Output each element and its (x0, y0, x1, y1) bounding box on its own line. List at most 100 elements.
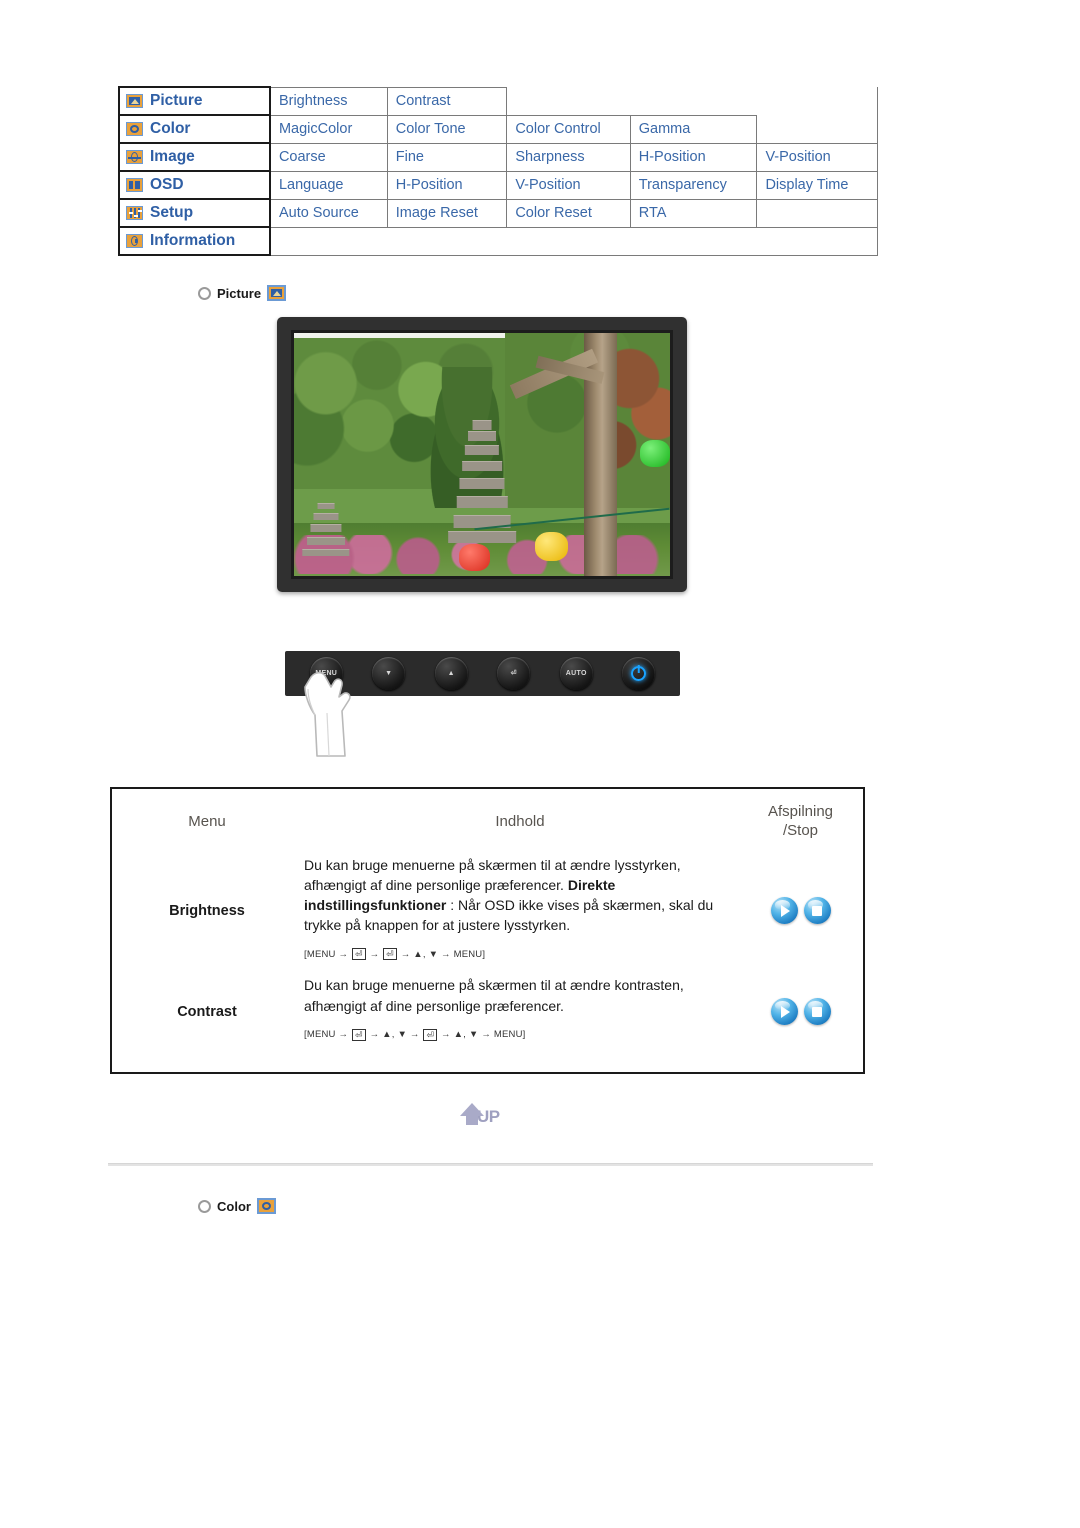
photo-green-lantern (639, 439, 670, 467)
setup-menu-icon (126, 206, 143, 220)
menu-item-language[interactable]: Language (269, 170, 388, 200)
table-row: Picture Brightness Contrast (118, 86, 878, 116)
menu-item-color-tone[interactable]: Color Tone (386, 114, 508, 144)
row-play-stop-contrast (738, 971, 863, 1051)
menu-item-color-reset[interactable]: Color Reset (506, 198, 631, 228)
color-menu-icon (256, 1198, 276, 1214)
play-button[interactable] (770, 998, 798, 1026)
key-arrow: → (338, 1029, 349, 1041)
menu-item-osd-h-position[interactable]: H-Position (386, 170, 508, 200)
row-label-contrast: Contrast (177, 1003, 237, 1020)
menu-item-rta[interactable]: RTA (629, 198, 758, 228)
up-brightness-button[interactable]: ▲ (434, 657, 468, 690)
column-header-play-stop: Afspilning /Stop (738, 789, 863, 851)
table-row: Color MagicColor Color Tone Color Contro… (118, 114, 878, 144)
menu-item-h-position[interactable]: H-Position (629, 142, 758, 172)
section-header-label: Picture (217, 285, 262, 301)
auto-button[interactable]: AUTO (559, 657, 593, 690)
up-scroll-button[interactable]: UP (460, 1096, 522, 1130)
menu-item-osd-v-position[interactable]: V-Position (506, 170, 631, 200)
key-token: MENU] (453, 948, 486, 960)
image-menu-icon (126, 150, 143, 164)
section-header-label: Color (217, 1198, 251, 1214)
empty-cell (756, 87, 878, 115)
menu-category-color[interactable]: Color (118, 114, 271, 144)
empty-cell (756, 199, 878, 227)
empty-cell (269, 226, 878, 256)
monitor-control-button-bar: MENU ▼ ▲ ⏎ AUTO (285, 651, 680, 696)
menu-item-fine[interactable]: Fine (386, 142, 508, 172)
menu-item-display-time[interactable]: Display Time (756, 170, 878, 200)
menu-category-setup[interactable]: Setup (118, 198, 271, 228)
enter-key-icon: ⏎ (383, 948, 397, 961)
down-arrow-icon: ▼ (385, 669, 393, 677)
photo-red-lantern (459, 544, 490, 572)
color-menu-icon (126, 122, 143, 136)
menu-category-label: Image (150, 148, 195, 165)
key-arrow: → (338, 948, 349, 960)
table-row: Setup Auto Source Image Reset Color Rese… (118, 198, 878, 228)
stop-button[interactable] (803, 897, 831, 925)
row-label-brightness: Brightness (169, 902, 245, 919)
up-arrow-icon: ▲ (447, 669, 455, 677)
key-arrow: → (481, 1029, 492, 1041)
power-button[interactable] (622, 657, 656, 690)
section-header-color: Color (198, 1198, 276, 1214)
table-row: OSD Language H-Position V-Position Trans… (118, 170, 878, 200)
table-header-row: Menu Indhold Afspilning /Stop (112, 789, 863, 851)
key-arrow: → (369, 1029, 380, 1041)
column-header-play-line2: /Stop (782, 821, 819, 839)
menu-item-coarse[interactable]: Coarse (269, 142, 388, 172)
play-button[interactable] (770, 897, 798, 925)
stop-button[interactable] (803, 998, 831, 1026)
menu-category-information[interactable]: Information (118, 226, 271, 256)
menu-item-brightness[interactable]: Brightness (269, 86, 388, 116)
osd-menu-map-table: Picture Brightness Contrast Color MagicC… (118, 86, 878, 256)
column-header-content: Indhold (495, 813, 545, 831)
updown-key-icon: ▲, ▼ (453, 1029, 479, 1041)
menu-button[interactable]: MENU (309, 657, 343, 690)
row-content-contrast: Du kan bruge menuerne på skærmen til at … (302, 971, 738, 1051)
updown-key-icon: ▲, ▼ (382, 1029, 408, 1041)
empty-cell (756, 115, 878, 143)
row-content-brightness: Du kan bruge menuerne på skærmen til at … (302, 851, 738, 972)
row-play-stop-brightness (738, 851, 863, 972)
photo-small-pagoda (302, 503, 350, 557)
menu-item-gamma[interactable]: Gamma (629, 114, 758, 144)
photo-stone-pagoda (448, 420, 516, 543)
down-button[interactable]: ▼ (372, 657, 406, 690)
menu-category-image[interactable]: Image (118, 142, 271, 172)
menu-category-picture[interactable]: Picture (118, 86, 271, 116)
table-row: Image Coarse Fine Sharpness H-Position V… (118, 142, 878, 172)
menu-item-sharpness[interactable]: Sharpness (506, 142, 631, 172)
menu-item-image-reset[interactable]: Image Reset (386, 198, 508, 228)
key-sequence-contrast: [MENU → ⏎ → ▲, ▼ → ⏎ → ▲, ▼ → MENU] (304, 1028, 720, 1042)
key-sequence-brightness: [MENU → ⏎ → ⏎ → ▲, ▼ → MENU] (304, 948, 720, 962)
menu-category-label: Color (150, 120, 191, 137)
key-arrow: → (441, 948, 451, 960)
information-menu-icon (126, 234, 143, 248)
menu-description-table: Menu Indhold Afspilning /Stop Brightness… (110, 787, 865, 1074)
menu-item-auto-source[interactable]: Auto Source (269, 198, 388, 228)
key-arrow: → (369, 948, 380, 960)
photo-yellow-lantern (534, 532, 569, 562)
menu-button-label: MENU (315, 669, 338, 677)
power-icon (631, 666, 647, 681)
bullet-icon (198, 1199, 211, 1213)
monitor-illustration (277, 317, 687, 592)
picture-menu-icon (267, 285, 287, 301)
menu-item-transparency[interactable]: Transparency (629, 170, 758, 200)
enter-icon: ⏎ (510, 669, 517, 677)
menu-item-color-control[interactable]: Color Control (506, 114, 631, 144)
key-token: MENU] (493, 1029, 526, 1041)
menu-item-contrast[interactable]: Contrast (386, 86, 508, 116)
enter-button[interactable]: ⏎ (497, 657, 531, 690)
menu-category-label: Setup (150, 204, 194, 221)
key-arrow: → (441, 1029, 451, 1041)
menu-item-v-position[interactable]: V-Position (756, 142, 878, 172)
menu-category-osd[interactable]: OSD (118, 170, 271, 200)
menu-item-magiccolor[interactable]: MagicColor (269, 114, 388, 144)
menu-category-label: Picture (150, 92, 203, 109)
key-token: [MENU (304, 948, 336, 960)
monitor-screen (291, 330, 673, 579)
